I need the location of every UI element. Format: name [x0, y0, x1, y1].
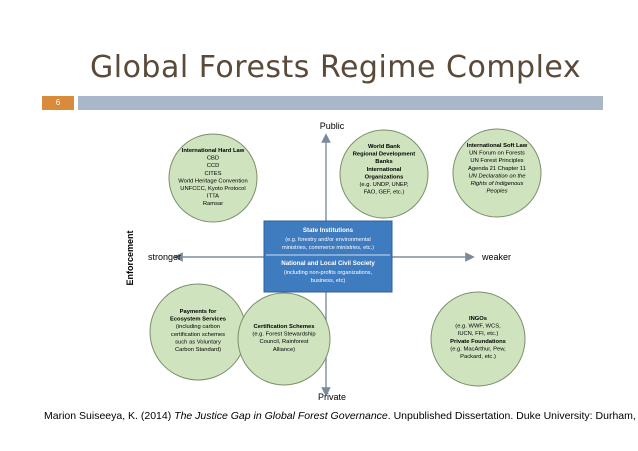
citation: Marion Suiseeya, K. (2014) The Justice G… [44, 410, 638, 422]
citation-rest: . Unpublished Dissertation. Duke Univers… [387, 410, 638, 422]
circle-line: INGOs [469, 316, 487, 322]
circle-line: International Hard Law [182, 148, 245, 154]
regime-complex-diagram: Public Private stronger weaker Enforceme… [125, 121, 542, 402]
center-top-title: State Institutions [303, 227, 354, 234]
circle-line: FAO, GEF, etc.) [364, 190, 405, 196]
circle-hard-law: International Hard Law CBDCCD CITESWorld H… [168, 133, 258, 223]
center-bottom-line-1: (including non-profits organizations, [284, 270, 373, 276]
circle-line: UNFCCC, Kyoto Protocol [180, 186, 245, 192]
circle-line: CCD [207, 163, 220, 169]
circle-line: such as Voluntary [175, 339, 221, 345]
circle-line: Payments for [180, 309, 217, 315]
circle-line: Rights of Indigenous [471, 181, 524, 187]
circle-line: UN Forest Principles [470, 158, 523, 164]
circle-line: Regional Development [353, 152, 416, 158]
circle-line: Alliance) [273, 347, 295, 353]
circle-line: UN Forum on Forests [469, 151, 525, 157]
circle-line: Peoples [487, 189, 508, 195]
circle-line: (e.g. UNDP, UNEP, [359, 182, 408, 188]
citation-author: Marion Suiseeya, K. (2014) [44, 410, 175, 422]
center-bottom-title: National and Local Civil Society [281, 260, 375, 267]
citation-title: The Justice Gap in Global Forest Governa… [174, 410, 388, 422]
circle-line: (e.g. WWF, WCS, [455, 324, 501, 330]
circle-line: CBD [207, 156, 219, 162]
circle-line: Carbon Standard) [175, 347, 221, 353]
axis-label-public: Public [320, 121, 345, 131]
circle-line: Council, Rainforest [260, 339, 309, 345]
circle-soft-law: International Soft Law UN Forum on Forest… [452, 128, 542, 218]
circle-line: International Soft Law [467, 143, 528, 149]
circle-ingos: INGOs (e.g. WWF, WCS,IUCN, FFI, etc.) Priv… [430, 291, 526, 387]
circle-line: Ecosystem Services [170, 317, 226, 323]
axis-label-weaker: weaker [481, 252, 511, 262]
circle-line: Agenda 21 Chapter 11 [468, 166, 526, 172]
circle-line: Certification Schemes [254, 324, 315, 330]
circle-line: Organizations [365, 174, 404, 180]
circle-line: Banks [375, 159, 392, 165]
circle-line: International [367, 167, 402, 173]
circle-line: Ramsar [203, 201, 223, 207]
center-bottom-line-2: business, etc) [311, 278, 346, 284]
circle-line: ITTA [207, 194, 219, 200]
circle-certification: Certification Schemes (e.g. Forest Stewar… [237, 292, 331, 386]
circle-line: (e.g. Forest Stewardship [252, 332, 315, 338]
axis-label-private: Private [318, 392, 346, 402]
circle-line: certification schemes [171, 332, 225, 338]
circle-line: Packard, etc.) [460, 354, 496, 360]
circle-pes: Payments for Ecosystem Services(including… [149, 283, 247, 381]
circle-line: (including carbon [176, 324, 220, 330]
center-box: State Institutions (e.g. forestry and/or… [263, 220, 393, 293]
center-top-line-2: ministries, commerce ministries, etc.) [282, 245, 374, 251]
circle-line: IUCN, FFI, etc.) [458, 331, 499, 337]
circle-line: World Bank [368, 144, 401, 150]
axis-label-stronger: stronger [148, 252, 181, 262]
circle-line: (e.g. MacArthur, Pew, [450, 346, 506, 352]
circle-line: Private Foundations [450, 339, 506, 345]
center-top-line-1: (e.g. forestry and/or environmental [285, 237, 371, 243]
circle-line: CITES [204, 171, 221, 177]
circle-line: World Heritage Convention [178, 178, 248, 184]
axis-label-enforcement: Enforcement [125, 230, 135, 285]
circle-line: UN Declaration on the [468, 173, 526, 179]
circle-text: International Soft Law UN Forum on Forest… [467, 143, 528, 195]
circle-world-bank: World Bank Regional DevelopmentBanks Inter… [339, 129, 429, 219]
